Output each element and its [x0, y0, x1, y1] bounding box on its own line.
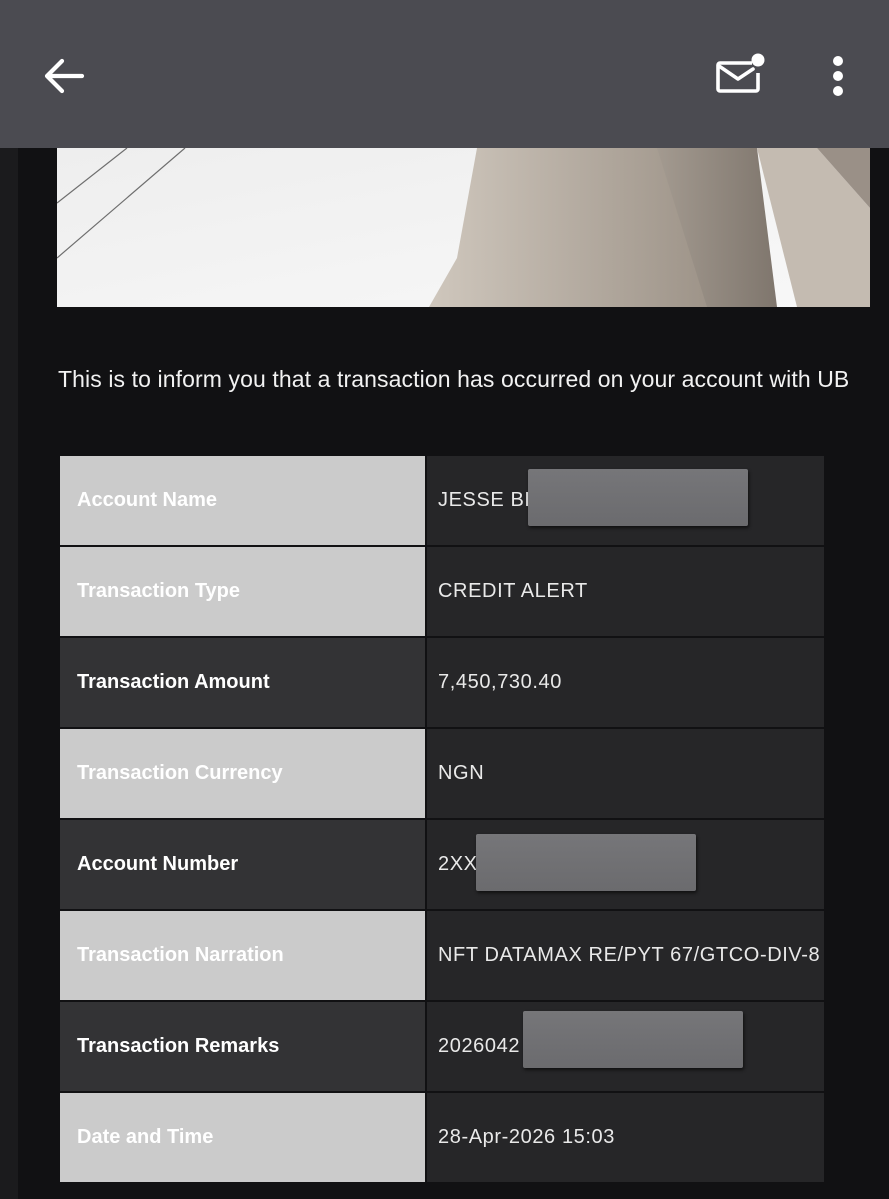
account-name-value: JESSE BE: [438, 489, 539, 511]
row-value: 2XX: [427, 820, 824, 909]
redaction-box: [523, 1011, 743, 1068]
app-bar: [0, 0, 889, 148]
row-label: Transaction Narration: [60, 911, 425, 1000]
more-options-button[interactable]: [818, 46, 858, 106]
redaction-box: [476, 834, 696, 891]
redaction-box: [528, 469, 748, 526]
date-time-value: 28-Apr-2026 15:03: [427, 1093, 824, 1182]
more-vertical-icon: [833, 56, 843, 96]
table-row: Transaction Remarks 2026042: [60, 1002, 824, 1091]
row-label: Transaction Currency: [60, 729, 425, 818]
table-row: Transaction Narration NFT DATAMAX RE/PYT…: [60, 911, 824, 1000]
email-content[interactable]: This is to inform you that a transaction…: [0, 148, 889, 1199]
account-number-value: 2XX: [438, 853, 478, 875]
transaction-amount-value: 7,450,730.40: [427, 638, 824, 727]
banner-graphic: [57, 148, 870, 307]
row-label: Account Number: [60, 820, 425, 909]
back-button[interactable]: [34, 46, 94, 106]
arrow-left-icon: [44, 58, 85, 94]
mail-unread-icon: [716, 53, 765, 93]
row-value: 2026042: [427, 1002, 824, 1091]
table-row: Transaction Currency NGN: [60, 729, 824, 818]
table-row: Date and Time 28-Apr-2026 15:03: [60, 1093, 824, 1182]
row-label: Date and Time: [60, 1093, 425, 1182]
banner-image: [57, 148, 870, 307]
table-row: Transaction Type CREDIT ALERT: [60, 547, 824, 636]
row-label: Transaction Type: [60, 547, 425, 636]
row-label: Transaction Amount: [60, 638, 425, 727]
transaction-details-table: Account Name JESSE BE Transaction Type C…: [58, 454, 826, 1184]
transaction-remarks-value: 2026042: [438, 1035, 521, 1057]
transaction-type-value: CREDIT ALERT: [427, 547, 824, 636]
intro-paragraph: This is to inform you that a transaction…: [58, 366, 850, 392]
table-row: Transaction Amount 7,450,730.40: [60, 638, 824, 727]
transaction-currency-value: NGN: [427, 729, 824, 818]
row-value: JESSE BE: [427, 456, 824, 545]
table-row: Account Name JESSE BE: [60, 456, 824, 545]
mark-unread-button[interactable]: [704, 44, 774, 104]
transaction-narration-value: NFT DATAMAX RE/PYT 67/GTCO-DIV-8: [427, 911, 824, 1000]
row-label: Transaction Remarks: [60, 1002, 425, 1091]
table-row: Account Number 2XX: [60, 820, 824, 909]
row-label: Account Name: [60, 456, 425, 545]
